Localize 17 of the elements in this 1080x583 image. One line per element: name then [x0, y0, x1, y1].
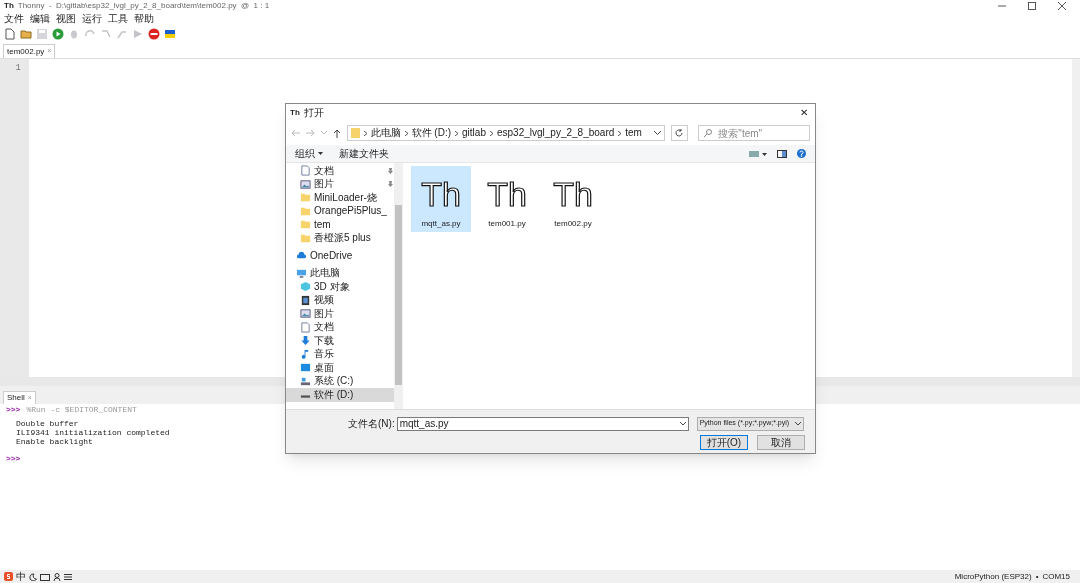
line-number: 1 [15, 62, 21, 75]
separator-dot: • [1035, 570, 1039, 583]
shell-prompt: >>> [6, 454, 21, 463]
app-logo: Th [4, 0, 14, 12]
file-glyph: Th [421, 174, 461, 214]
shell-prompt: >>> [6, 405, 21, 414]
dialog-logo: Th [290, 106, 300, 119]
shell-output: Enable backlight [15, 437, 93, 446]
file-glyph: Th [487, 174, 527, 214]
dialog-title: 打开 [303, 106, 324, 120]
file-glyph: Th [553, 174, 593, 214]
window-title: Thonny - D:\gitlab\esp32_lvgl_py_2_8_board\tem\tem002.py @ 1 : 1 [17, 0, 270, 12]
shell-output: Double buffer [15, 419, 79, 428]
port-label: COM15 [1042, 570, 1070, 583]
file-name-label: 文件名(N): [348, 417, 395, 431]
shell-command: %Run -c $EDITOR_CONTENT [26, 405, 137, 414]
shell-output: ILI9341 initialization completed [15, 428, 170, 437]
